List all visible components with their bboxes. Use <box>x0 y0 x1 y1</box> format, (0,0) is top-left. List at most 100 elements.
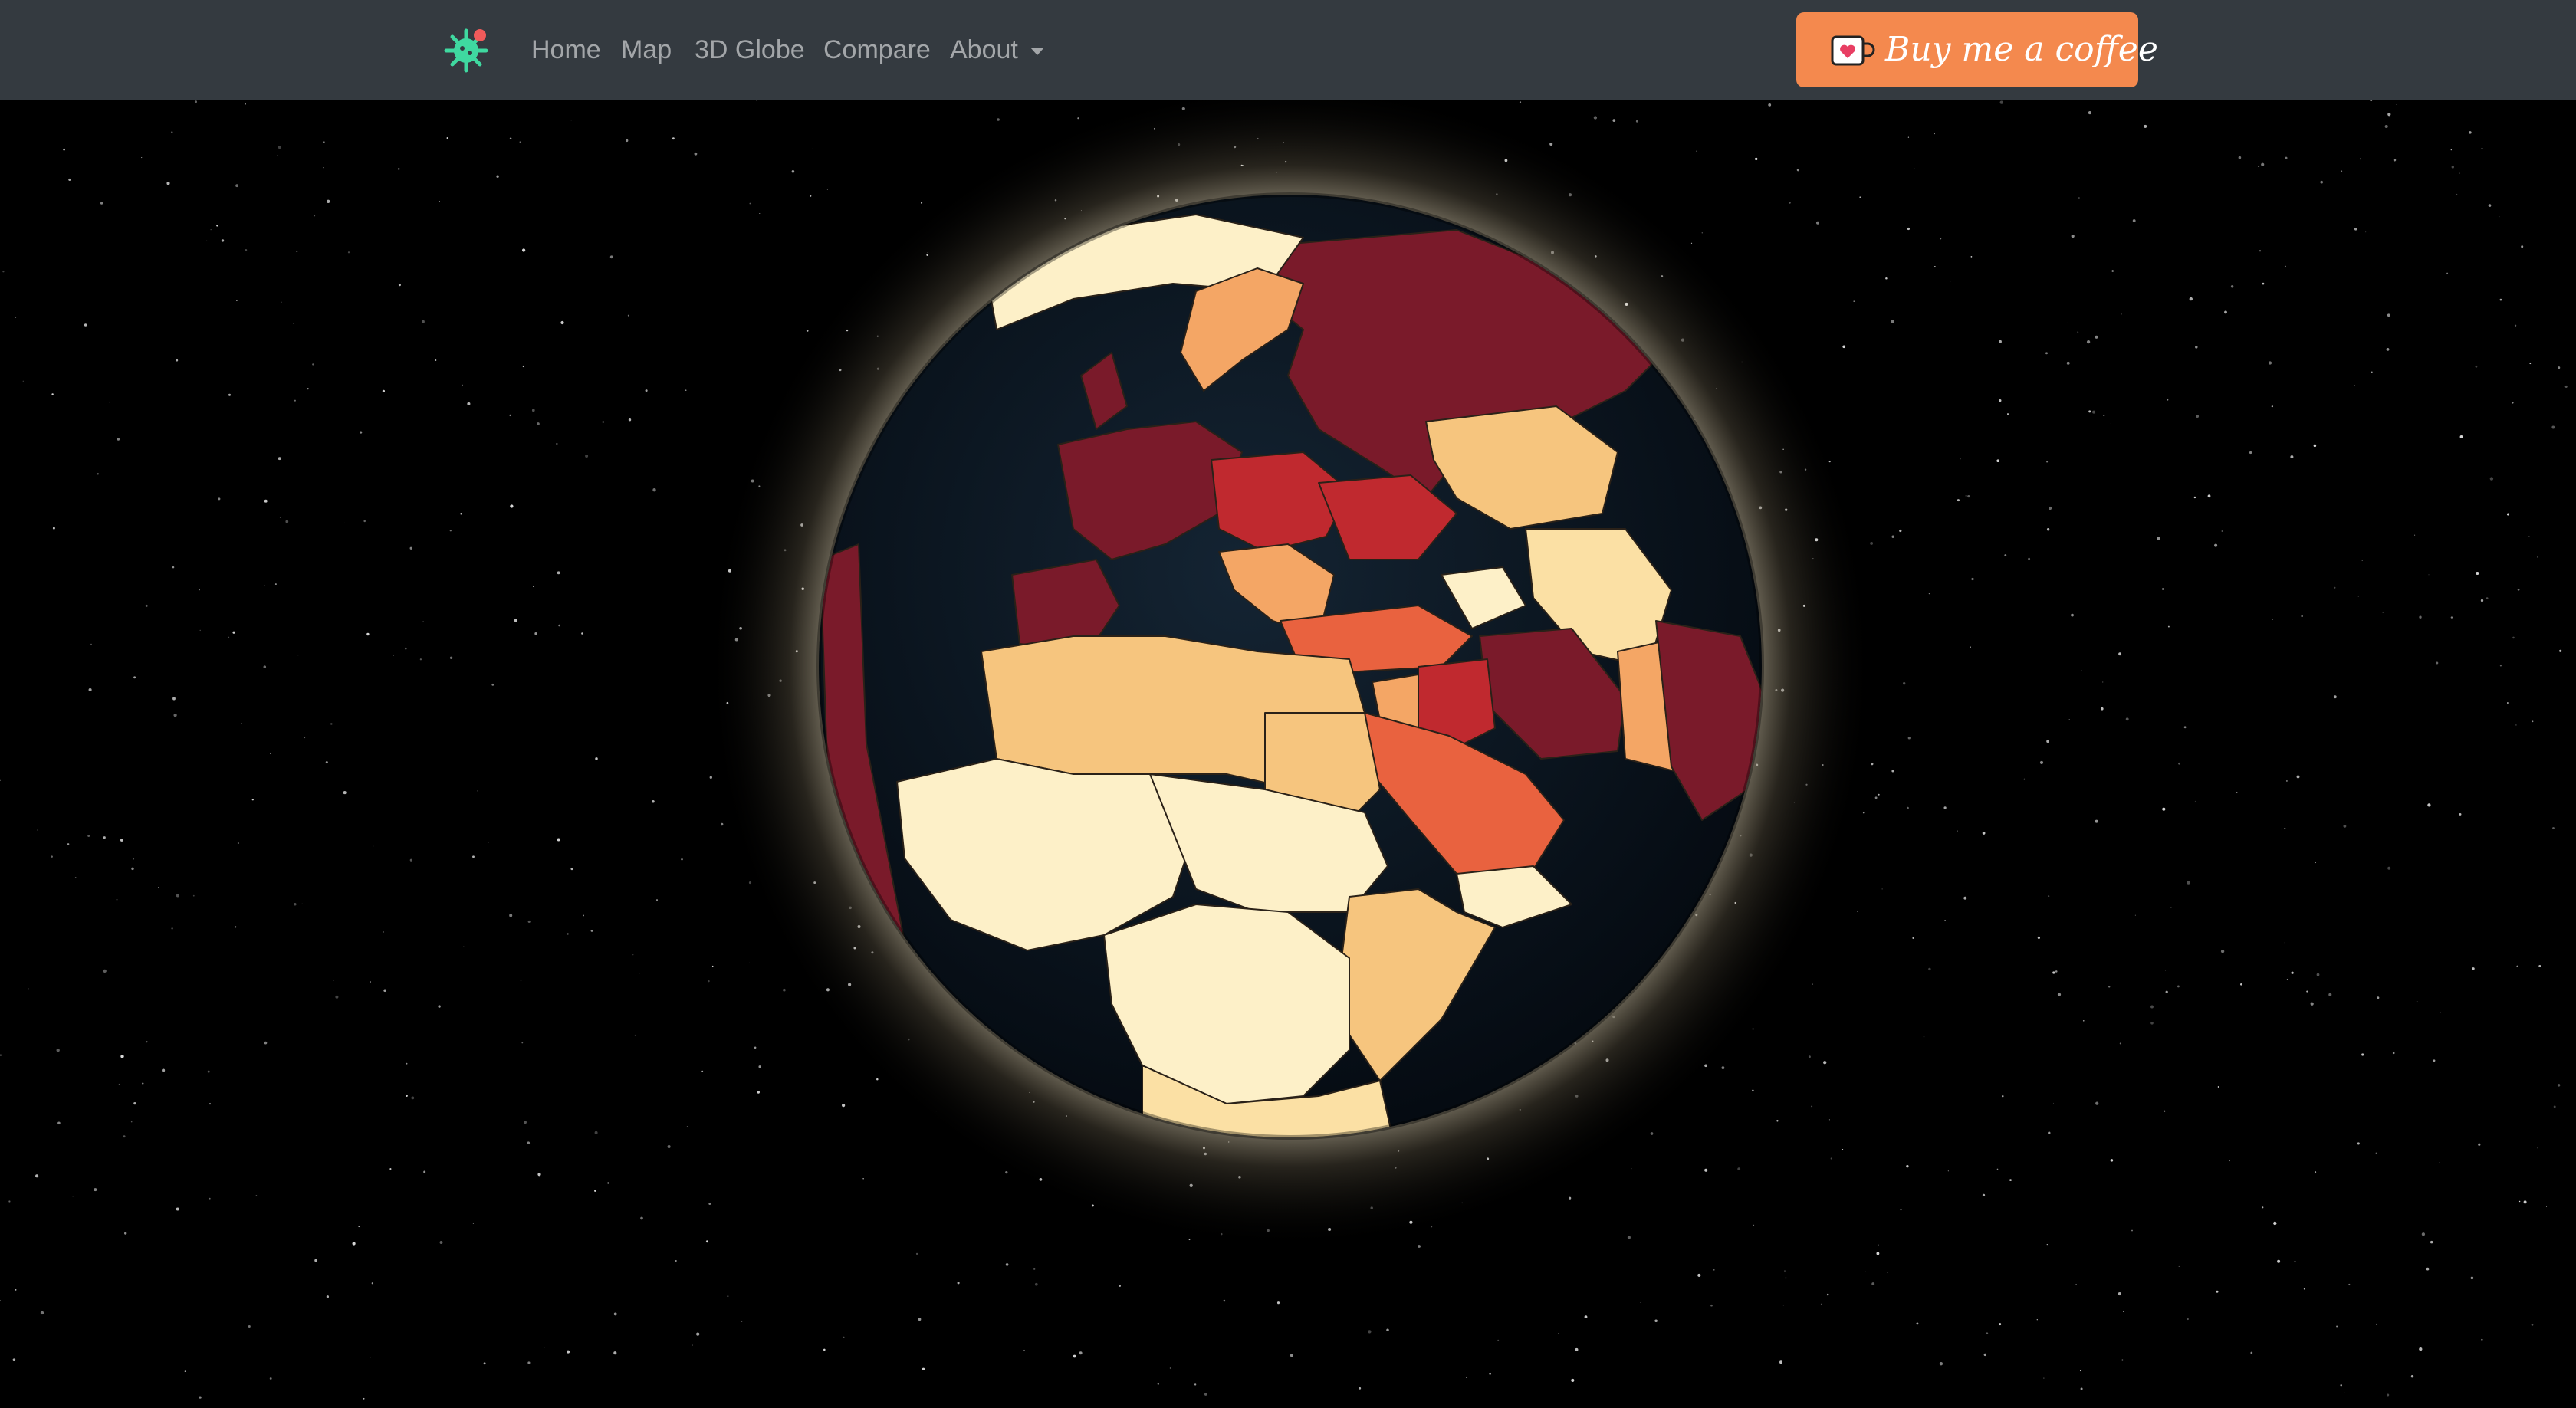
star <box>462 384 463 386</box>
star <box>1830 1157 1832 1160</box>
star <box>472 1223 474 1224</box>
star <box>2433 1059 2436 1062</box>
star <box>120 1055 124 1058</box>
star <box>8 1200 11 1203</box>
star <box>590 930 593 932</box>
star <box>842 1104 846 1108</box>
star <box>1939 1362 1944 1366</box>
star <box>583 914 584 917</box>
star <box>2301 615 2303 618</box>
star <box>2111 270 2114 272</box>
globe-scene[interactable] <box>0 84 2576 1404</box>
star <box>347 251 350 254</box>
star <box>0 1054 2 1056</box>
star <box>1023 1349 1026 1351</box>
nav-compare-link[interactable]: Compare <box>823 0 931 100</box>
star <box>1575 1347 1579 1351</box>
star <box>296 251 298 252</box>
star <box>264 1041 268 1045</box>
star <box>1811 1105 1813 1108</box>
star <box>1820 1303 1822 1305</box>
globe-canvas[interactable] <box>0 84 2576 1404</box>
star <box>1982 1193 1986 1197</box>
star <box>2336 1325 2338 1328</box>
star <box>758 1065 761 1068</box>
star <box>560 320 564 325</box>
star <box>1829 1119 1830 1121</box>
star <box>2055 970 2058 973</box>
star <box>116 899 118 901</box>
star <box>2048 506 2052 510</box>
star <box>2194 800 2196 802</box>
star <box>2436 661 2439 665</box>
star <box>269 1377 272 1380</box>
star <box>263 665 267 668</box>
star <box>488 842 489 843</box>
star <box>477 790 478 792</box>
star <box>1755 157 1758 161</box>
star <box>2259 250 2261 252</box>
star <box>1967 495 1970 498</box>
star <box>1982 832 1986 835</box>
star <box>279 517 281 519</box>
star <box>2268 361 2272 365</box>
star <box>2284 265 2286 267</box>
star <box>757 1091 760 1094</box>
chevron-down-icon[interactable] <box>1030 48 1044 55</box>
star <box>2177 985 2180 988</box>
star <box>2187 881 2190 885</box>
brand-logo-virus-icon[interactable] <box>439 23 494 78</box>
star <box>1784 1270 1786 1272</box>
nav-home-link[interactable]: Home <box>531 0 601 100</box>
star <box>2537 556 2538 558</box>
star <box>419 658 422 661</box>
star <box>404 647 407 650</box>
star <box>2273 1221 2277 1226</box>
star <box>2377 996 2380 999</box>
star <box>2183 726 2187 729</box>
star <box>566 932 569 935</box>
star <box>534 632 537 635</box>
star <box>1033 1268 1036 1270</box>
star <box>640 1216 643 1220</box>
star <box>613 1312 617 1316</box>
star <box>2546 1206 2548 1207</box>
star <box>67 843 70 845</box>
star <box>1878 1244 1879 1246</box>
buy-me-a-coffee-button[interactable]: Buy me a coffee <box>1796 12 2158 87</box>
nav-map-link[interactable]: Map <box>621 0 672 100</box>
star <box>957 1282 960 1285</box>
star <box>594 1131 598 1134</box>
star <box>2518 1200 2521 1203</box>
star <box>232 631 235 634</box>
star <box>360 431 363 434</box>
star <box>1721 1066 1725 1069</box>
star <box>2558 366 2561 369</box>
star <box>628 418 632 422</box>
star <box>527 1361 531 1364</box>
star <box>2470 1276 2474 1280</box>
star <box>2088 111 2091 115</box>
star <box>2277 1259 2281 1263</box>
nav-3d-globe-link[interactable]: 3D Globe <box>695 0 805 100</box>
star <box>263 585 265 586</box>
star <box>2551 425 2555 429</box>
star <box>627 314 629 317</box>
star <box>2162 588 2164 590</box>
star <box>1983 1353 1986 1357</box>
star <box>686 1126 688 1127</box>
star <box>1788 201 1791 204</box>
star <box>314 215 316 217</box>
star <box>22 380 24 382</box>
star <box>694 152 698 156</box>
star <box>363 1397 365 1400</box>
star <box>2514 324 2517 327</box>
star <box>285 520 289 523</box>
star <box>2023 778 2026 780</box>
star <box>314 1259 317 1262</box>
star <box>607 1182 610 1184</box>
star <box>103 836 106 839</box>
star <box>2557 1084 2561 1087</box>
nav-about-dropdown[interactable]: About <box>950 0 1018 100</box>
star <box>52 527 55 530</box>
